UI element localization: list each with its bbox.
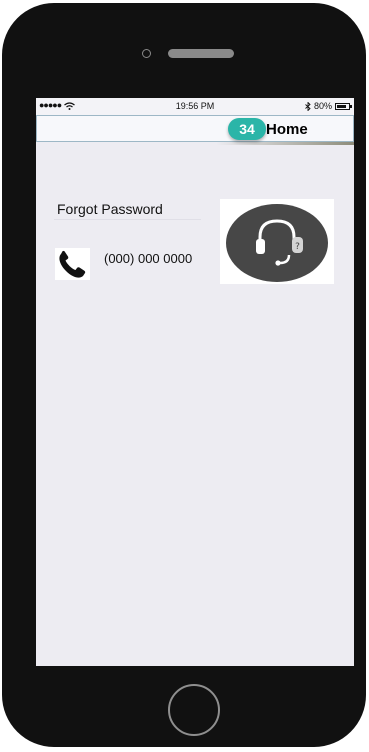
bluetooth-icon [305, 101, 311, 111]
support-image[interactable]: ? [220, 199, 334, 284]
camera-icon [142, 49, 151, 58]
home-button[interactable] [168, 684, 220, 736]
svg-text:?: ? [295, 242, 300, 252]
nav-bar-shadow [216, 142, 354, 145]
phone-screen: ●●●●● 19:56 PM 80% 34 Home Forgot Passwo… [36, 98, 354, 666]
battery-percentage: 80% [313, 101, 332, 111]
headset-support-icon: ? [226, 204, 328, 282]
speaker-grille [168, 49, 234, 58]
battery-icon [335, 102, 352, 110]
phone-icon[interactable] [55, 248, 90, 280]
status-bar: ●●●●● 19:56 PM 80% [36, 98, 354, 115]
notification-badge[interactable]: 34 [228, 118, 266, 140]
forgot-password-link[interactable]: Forgot Password [54, 199, 201, 220]
support-phone-number[interactable]: (000) 000 0000 [104, 250, 199, 268]
page-title[interactable]: Home [266, 121, 308, 138]
